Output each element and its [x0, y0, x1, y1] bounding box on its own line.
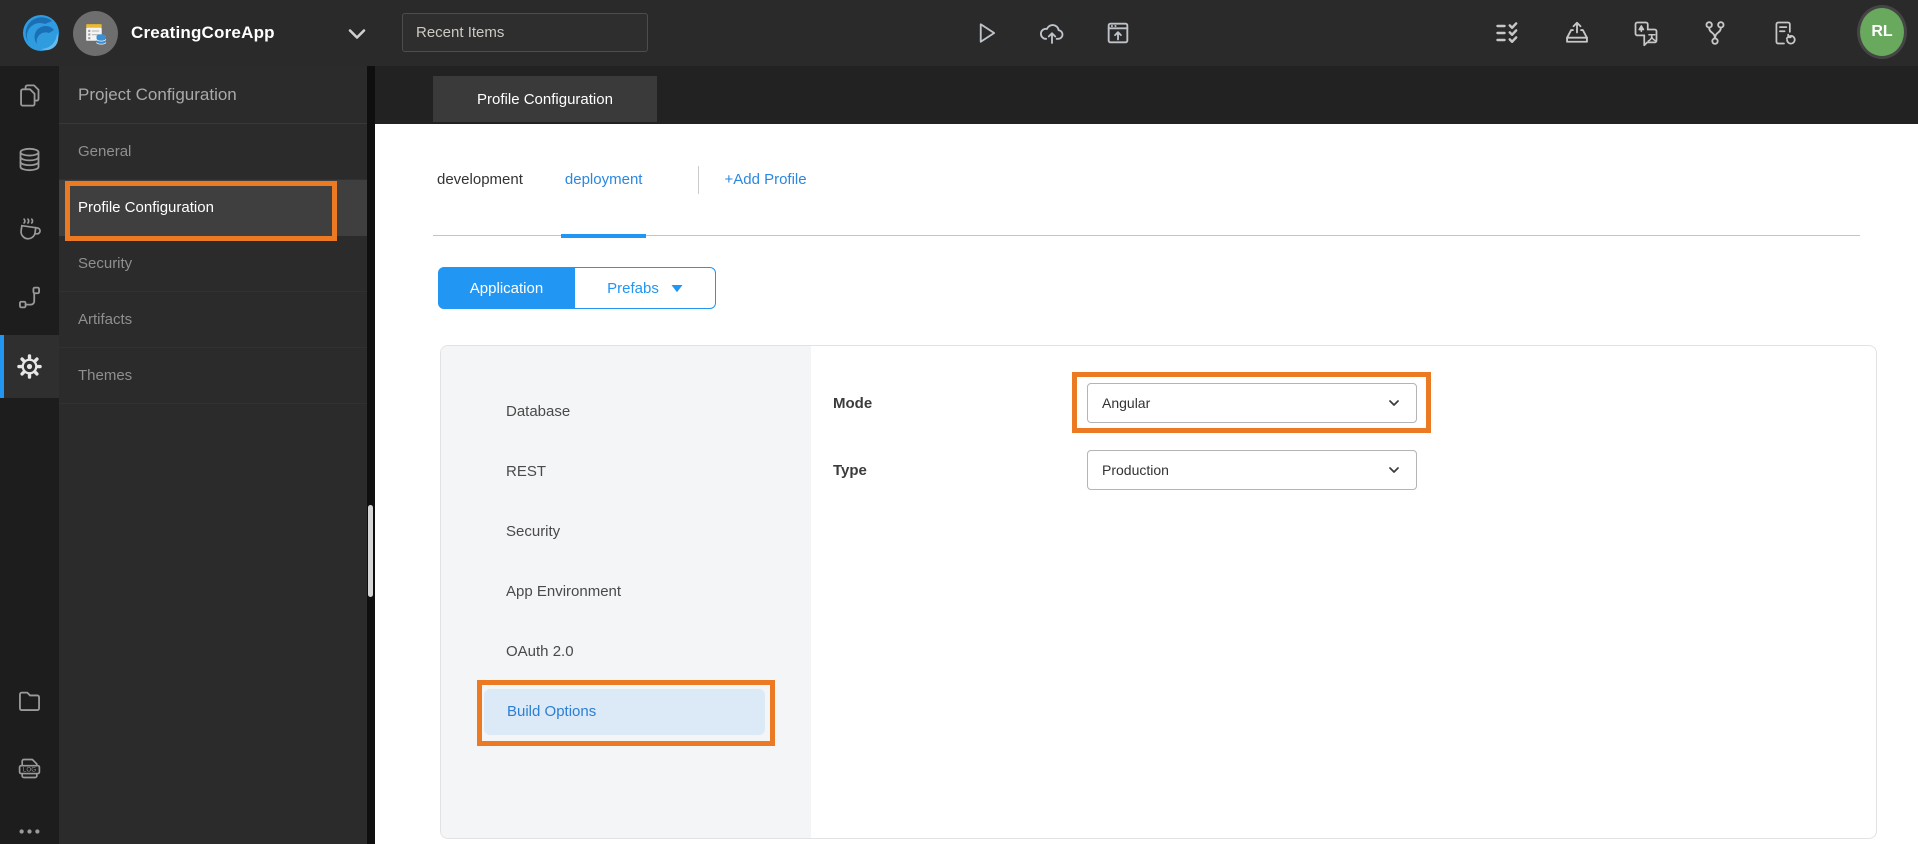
type-select[interactable]: Production — [1087, 450, 1417, 490]
apis-icon[interactable] — [0, 269, 59, 325]
page-tab-profile-configuration[interactable]: Profile Configuration — [433, 76, 657, 122]
tab-development[interactable]: development — [433, 124, 527, 235]
svg-text:LOG: LOG — [23, 766, 36, 773]
scrollbar-thumb[interactable] — [368, 505, 373, 597]
tabs-divider — [698, 165, 700, 194]
add-profile-button[interactable]: +Add Profile — [724, 171, 806, 188]
app-window: CreatingCoreApp Recent Items RL LOG Proj… — [0, 0, 1918, 844]
settings-menu-item-build-options[interactable]: Build Options — [484, 689, 765, 735]
settings-menu: Database REST Security App Environment O… — [441, 346, 811, 838]
caret-down-icon — [671, 284, 683, 292]
chevron-down-icon — [1389, 400, 1399, 406]
more-ellipsis-icon[interactable] — [0, 803, 59, 844]
main-content: Profile Configuration development deploy… — [375, 66, 1918, 844]
settings-menu-item-rest[interactable]: REST — [441, 442, 811, 502]
java-services-icon[interactable] — [0, 201, 59, 257]
translate-icon[interactable] — [1632, 19, 1660, 47]
export-deploy-icon[interactable] — [1563, 19, 1591, 47]
sidebar-item-profile-configuration[interactable]: Profile Configuration — [59, 180, 367, 236]
project-chevron-down-icon[interactable] — [345, 22, 369, 46]
file-explorer-icon[interactable] — [0, 672, 59, 728]
prefabs-toggle-button[interactable]: Prefabs — [575, 267, 716, 309]
page-tab-strip: Profile Configuration — [375, 66, 1918, 124]
sidebar-item-themes[interactable]: Themes — [59, 348, 367, 404]
application-toggle-button[interactable]: Application — [438, 267, 575, 309]
mode-value: Angular — [1102, 395, 1151, 411]
file-sync-icon[interactable] — [1770, 19, 1798, 47]
chevron-down-icon — [1389, 467, 1399, 473]
project-avatar-icon[interactable] — [73, 11, 118, 56]
type-value: Production — [1102, 462, 1169, 478]
settings-gear-icon[interactable] — [0, 338, 59, 394]
settings-menu-item-security[interactable]: Security — [441, 502, 811, 562]
mode-select[interactable]: Angular — [1087, 383, 1417, 423]
topbar-center-actions — [972, 0, 1132, 66]
top-bar: CreatingCoreApp Recent Items RL — [0, 0, 1918, 66]
mode-label: Mode — [833, 394, 873, 412]
prefabs-label: Prefabs — [607, 279, 659, 297]
settings-menu-item-database[interactable]: Database — [441, 382, 811, 442]
user-avatar[interactable]: RL — [1857, 5, 1907, 59]
cloud-upload-icon[interactable] — [1038, 19, 1066, 47]
run-play-icon[interactable] — [972, 19, 1000, 47]
panel-title: Project Configuration — [59, 66, 367, 124]
build-settings-card: Database REST Security App Environment O… — [440, 345, 1877, 839]
icon-rail: LOG — [0, 66, 59, 844]
profile-tabs: development deployment +Add Profile — [433, 124, 1860, 238]
scope-toggle: Application Prefabs — [438, 267, 716, 309]
recent-items-input[interactable] — [402, 13, 648, 52]
topbar-right-actions — [1494, 0, 1798, 66]
sidebar-item-general[interactable]: General — [59, 124, 367, 180]
settings-menu-item-oauth[interactable]: OAuth 2.0 — [441, 622, 811, 682]
pages-icon[interactable] — [0, 67, 59, 123]
sidebar-item-security[interactable]: Security — [59, 236, 367, 292]
project-config-panel: Project Configuration General Profile Co… — [59, 66, 367, 844]
checklist-icon[interactable] — [1494, 19, 1522, 47]
project-name: CreatingCoreApp — [131, 23, 275, 42]
database-icon[interactable] — [0, 131, 59, 187]
logs-icon[interactable]: LOG — [0, 740, 59, 796]
preview-window-icon[interactable] — [1104, 19, 1132, 47]
wavemaker-logo-icon[interactable] — [21, 13, 61, 53]
sidebar-item-artifacts[interactable]: Artifacts — [59, 292, 367, 348]
panel-divider — [367, 66, 375, 844]
git-branch-icon[interactable] — [1701, 19, 1729, 47]
tab-deployment[interactable]: deployment — [560, 124, 647, 238]
settings-menu-item-app-environment[interactable]: App Environment — [441, 562, 811, 622]
type-label: Type — [833, 461, 867, 479]
